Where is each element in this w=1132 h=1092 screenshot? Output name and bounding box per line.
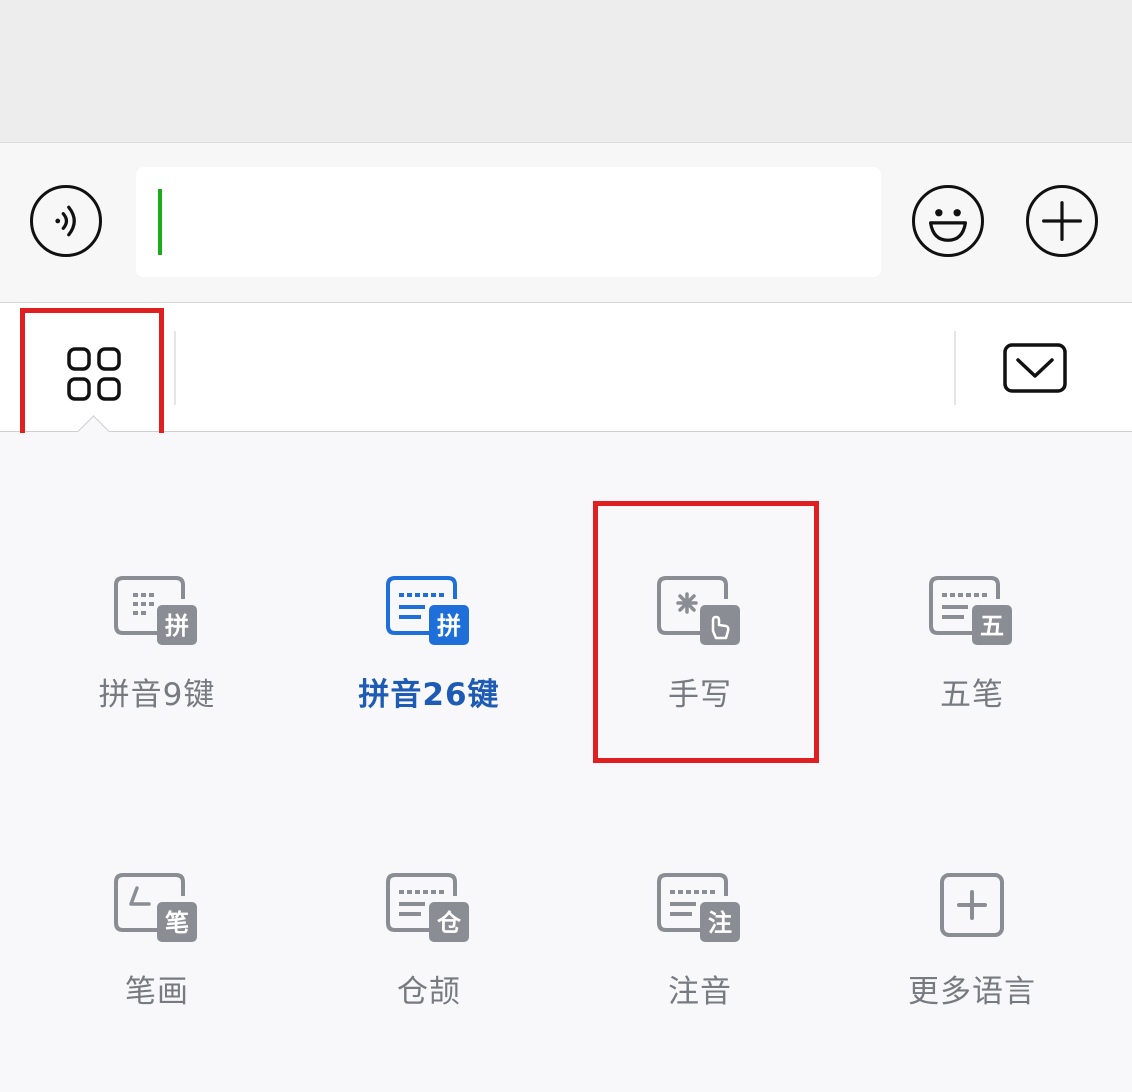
text-cursor bbox=[158, 189, 162, 255]
plus-icon bbox=[940, 873, 1004, 937]
keyboard-option-label: 拼音26键 bbox=[358, 677, 500, 713]
keyboard-option-pinyin26[interactable]: 拼 拼音26键 bbox=[329, 575, 529, 714]
keyboard-option-more-languages[interactable]: 更多语言 bbox=[872, 872, 1072, 1011]
keyboard-stroke-icon: 笔 bbox=[114, 873, 197, 942]
keyboard-option-label: 注音 bbox=[668, 974, 732, 1010]
keyboard-option-pinyin9[interactable]: 拼 拼音9键 bbox=[57, 575, 257, 714]
plus-icon bbox=[1042, 201, 1082, 241]
svg-text:笔: 笔 bbox=[165, 909, 189, 937]
more-button[interactable] bbox=[1026, 185, 1098, 257]
keyboard-pinyin-icon: 拼 bbox=[386, 576, 469, 645]
keyboard-toolbar bbox=[0, 303, 1132, 448]
divider bbox=[174, 331, 176, 405]
svg-text:仓: 仓 bbox=[436, 909, 462, 937]
hide-keyboard-button[interactable] bbox=[1003, 343, 1067, 399]
keyboard-option-stroke[interactable]: 笔 笔画 bbox=[57, 872, 257, 1011]
keyboard-option-label: 拼音9键 bbox=[98, 677, 216, 713]
highlight-box bbox=[593, 501, 819, 763]
svg-text:注: 注 bbox=[708, 909, 732, 937]
voice-icon bbox=[55, 205, 76, 237]
keyboard-option-label: 五笔 bbox=[940, 677, 1004, 713]
keyboard-zhuyin-icon: 注 bbox=[657, 873, 740, 942]
keyboard-option-cangjie[interactable]: 仓 仓颉 bbox=[329, 872, 529, 1011]
message-input[interactable] bbox=[136, 167, 881, 277]
svg-text:拼: 拼 bbox=[165, 612, 189, 640]
keyboard-wubi-icon: 五 bbox=[929, 576, 1012, 645]
keyboard-option-wubi[interactable]: 五 五笔 bbox=[872, 575, 1072, 714]
keyboard-option-label: 更多语言 bbox=[908, 974, 1036, 1010]
svg-text:拼: 拼 bbox=[437, 612, 461, 640]
divider bbox=[954, 331, 956, 405]
app-content-area bbox=[0, 0, 1132, 143]
keyboard-option-label: 笔画 bbox=[125, 974, 189, 1010]
voice-button[interactable] bbox=[30, 185, 102, 257]
keyboard-option-zhuyin[interactable]: 注 注音 bbox=[600, 872, 800, 1011]
keyboard-cangjie-icon: 仓 bbox=[386, 873, 469, 942]
grid-icon bbox=[67, 347, 121, 401]
keyboard-collapse-icon bbox=[1003, 343, 1067, 393]
emoji-icon bbox=[928, 209, 968, 242]
emoji-button[interactable] bbox=[912, 185, 984, 257]
keyboard-option-label: 仓颉 bbox=[397, 974, 461, 1010]
input-bar bbox=[0, 143, 1132, 303]
keyboard-pinyin-icon: 拼 bbox=[114, 576, 197, 645]
svg-text:五: 五 bbox=[980, 612, 1004, 640]
